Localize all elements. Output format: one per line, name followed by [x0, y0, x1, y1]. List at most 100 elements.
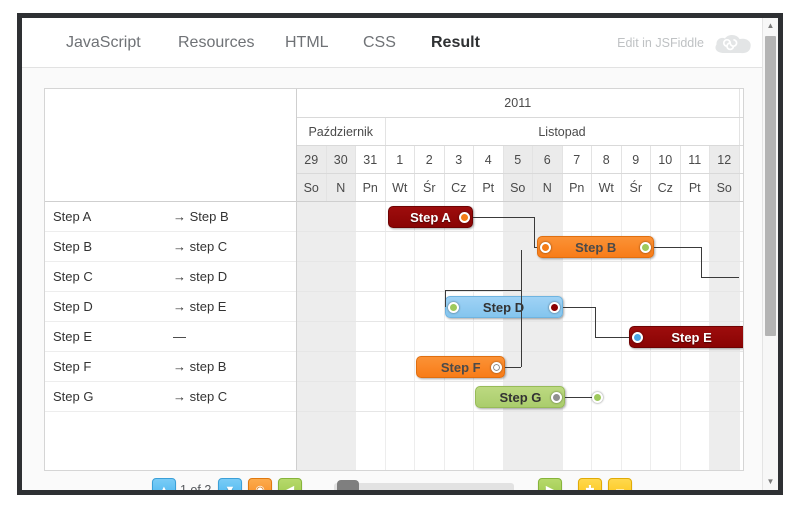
timeline-weekday-cell: Pt: [680, 174, 710, 201]
dependency-link-a-b: [472, 217, 535, 218]
timeline-day-cell: 7: [562, 146, 592, 173]
bar-end-connector-dot[interactable]: [548, 301, 560, 313]
dependency-link-f-b: [504, 367, 522, 368]
task-dependency: —: [173, 329, 186, 344]
zoom-in-button[interactable]: ✚: [578, 478, 602, 490]
timeline-day-cell: 30: [326, 146, 356, 173]
scroll-down-button[interactable]: ▼: [218, 478, 242, 490]
task-row[interactable]: Step G → step C: [45, 382, 296, 412]
timeline-weekday-cell: Pt: [474, 174, 504, 201]
task-row[interactable]: Step D → step E: [45, 292, 296, 322]
timeline-year-label: 2011: [297, 89, 740, 117]
target-button[interactable]: ◉: [248, 478, 272, 490]
task-row[interactable]: Step F → step B: [45, 352, 296, 382]
minus-icon: ━: [616, 482, 624, 491]
scroll-up-button[interactable]: ▲: [152, 478, 176, 490]
result-pane: Step A → Step B Step B → step C Step C → step…: [22, 68, 778, 490]
task-row[interactable]: Step B → step C: [45, 232, 296, 262]
grid-row: [297, 262, 743, 292]
horizontal-scrollbar[interactable]: [334, 480, 514, 490]
task-name: Step B: [53, 239, 93, 254]
timeline-month-label: Październik: [297, 118, 386, 145]
task-name: Step A: [53, 209, 92, 224]
timeline-day-cell: 2: [415, 146, 445, 173]
dependency-link-d-e: [562, 307, 595, 308]
bar-start-connector-dot[interactable]: [540, 241, 552, 253]
tab-javascript[interactable]: JavaScript: [66, 18, 141, 68]
tab-css[interactable]: CSS: [363, 18, 396, 68]
bar-end-connector-dot[interactable]: [551, 391, 563, 403]
bar-start-connector-dot[interactable]: [631, 331, 643, 343]
step-back-button[interactable]: ◀: [278, 478, 302, 490]
timeline-weekday-cell: So: [297, 174, 327, 201]
arrow-left-icon: ◀: [285, 483, 295, 490]
arrow-down-icon: ▼: [224, 483, 236, 490]
bar-end-connector-dot[interactable]: [639, 241, 651, 253]
dependency-link-g-c: [565, 397, 592, 398]
play-button[interactable]: ▶: [538, 478, 562, 490]
dependency-link-b-c: [701, 247, 703, 277]
dependency-link-f-b: [521, 250, 523, 367]
task-name: Step D: [53, 299, 93, 314]
dependency-link-d-e: [594, 337, 629, 338]
tab-resources[interactable]: Resources: [178, 18, 254, 68]
timeline-month-row: Październik Listopad: [297, 118, 743, 146]
timeline-day-cell: 4: [474, 146, 504, 173]
jsfiddle-cloud-logo-icon[interactable]: [712, 33, 756, 55]
browser-frame: JavaScript Resources HTML CSS Result Edi…: [17, 13, 783, 495]
page-indicator: 1 of 2: [180, 483, 212, 490]
task-dependency: → step C: [173, 239, 228, 254]
dependency-link-b-c: [653, 247, 702, 248]
task-name: Step C: [53, 269, 93, 284]
timeline-weekday-cell: Wt: [385, 174, 415, 201]
scroll-up-arrow-icon[interactable]: ▲: [763, 18, 778, 34]
dependency-link-into-d: [444, 290, 522, 291]
gantt-bar[interactable]: Step B: [537, 236, 654, 258]
vertical-scrollbar-thumb[interactable]: [765, 36, 776, 336]
timeline-year-row: 2011: [297, 89, 743, 118]
dependency-link-into-d: [444, 290, 446, 307]
edit-in-jsfiddle-link[interactable]: Edit in JSFiddle: [617, 18, 704, 68]
tab-result[interactable]: Result: [431, 18, 480, 68]
bar-end-connector-dot[interactable]: [458, 211, 470, 223]
scroll-down-arrow-icon[interactable]: ▼: [763, 474, 778, 490]
arrow-up-icon: ▲: [158, 483, 170, 490]
tab-html[interactable]: HTML: [285, 18, 329, 68]
timeline-weekday-cell: Śr: [415, 174, 445, 201]
task-dependency: → Step B: [173, 209, 229, 224]
timeline-weekday-cell: Wt: [592, 174, 622, 201]
scroll-up-glyph: ▲: [766, 21, 775, 30]
task-row[interactable]: Step C → step D: [45, 262, 296, 292]
target-icon: ◉: [255, 483, 265, 490]
task-name: Step E: [53, 329, 93, 344]
gantt-bar[interactable]: Step D: [444, 296, 563, 318]
timeline-day-cell: 29: [297, 146, 327, 173]
arrow-right-icon: ▶: [545, 483, 555, 490]
timeline-weekday-cell: N: [326, 174, 356, 201]
gantt-bar[interactable]: Step E: [628, 326, 743, 348]
gantt-toolbar: 1 of 2 ▲ ▼ ◉ ◀ ▶ ✚ ━: [44, 478, 744, 490]
task-dependency: → step E: [173, 299, 227, 314]
timeline-day-cell: 10: [651, 146, 681, 173]
zoom-out-button[interactable]: ━: [608, 478, 632, 490]
task-name: Step G: [53, 389, 94, 404]
timeline-day-cell: 3: [444, 146, 474, 173]
free-connector-dot[interactable]: [592, 391, 603, 403]
scrollbar-thumb[interactable]: [337, 480, 359, 490]
task-row[interactable]: Step E —: [45, 322, 296, 352]
timeline-weekday-cell: So: [710, 174, 740, 201]
timeline-day-cell: 5: [503, 146, 533, 173]
timeline-day-cell: 31: [356, 146, 386, 173]
task-row[interactable]: Step A → Step B: [45, 202, 296, 232]
timeline-month-label: Listopad: [385, 118, 740, 145]
timeline-day-cell: 1: [385, 146, 415, 173]
vertical-scrollbar[interactable]: ▲ ▼: [762, 18, 778, 490]
timeline-weekday-cell: Cz: [651, 174, 681, 201]
gantt-timeline: 2011 Październik Listopad 29 30 31 1 2 3 4 5 6 7 8 9…: [297, 89, 743, 470]
timeline-weekday-row: So N Pn Wt Śr Cz Pt So N Pn Wt Śr Cz Pt So: [297, 174, 743, 202]
gantt-chart: Step A → Step B Step B → step C Step C → step…: [44, 88, 744, 471]
bar-end-connector-dot[interactable]: [490, 361, 502, 373]
bar-start-connector-dot[interactable]: [447, 301, 459, 313]
task-dependency: → step C: [173, 389, 228, 404]
timeline-day-cell: 6: [533, 146, 563, 173]
